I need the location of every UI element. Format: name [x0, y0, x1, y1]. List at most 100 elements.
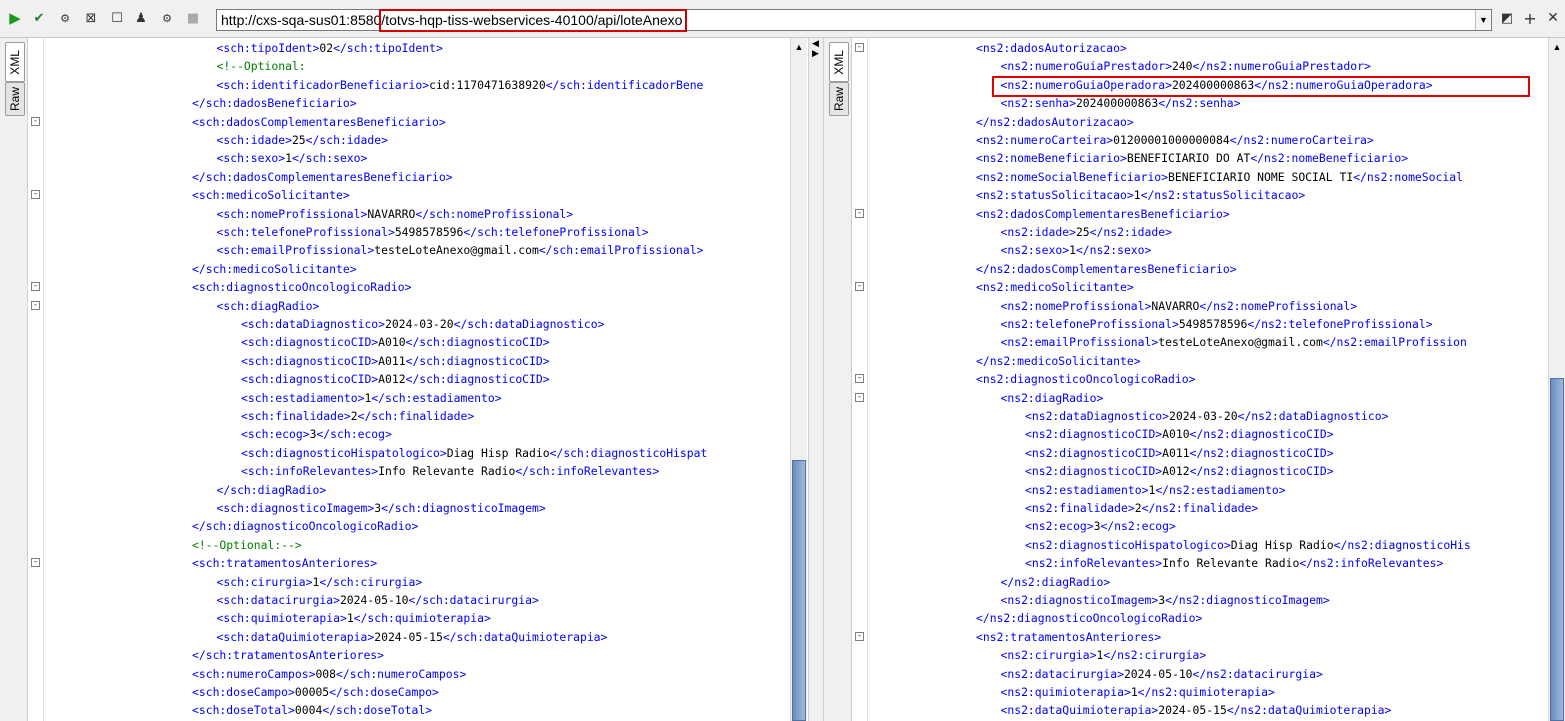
xml-line: <sch:diagnosticoImagem>3</sch:diagnostic… — [217, 499, 546, 517]
scroll-up-icon[interactable]: ▲ — [791, 38, 807, 55]
xml-value: 25 — [1075, 225, 1090, 239]
fold-toggle-icon[interactable]: - — [855, 374, 864, 384]
fold-toggle-icon[interactable]: - — [855, 208, 864, 218]
xml-line: <ns2:estadiamento>1</ns2:estadiamento> — [1025, 481, 1286, 499]
xml-value: 240 — [1171, 59, 1193, 74]
xml-line: <ns2:ecog>3</ns2:ecog> — [1025, 517, 1176, 535]
xml-tag: <ns2:emailProfissional> — [1000, 335, 1159, 350]
xml-tag: <sch:diagRadio> — [216, 298, 320, 313]
xml-line: <ns2:finalidade>2</ns2:finalidade> — [1025, 499, 1258, 517]
fold-toggle-icon[interactable]: - — [31, 282, 40, 292]
xml-tag: <sch:emailProfissional> — [216, 243, 375, 258]
xml-line: <sch:cirurgia>1</sch:cirurgia> — [217, 573, 423, 591]
xml-tag: </ns2:finalidade> — [1141, 501, 1259, 515]
xml-value: 00005 — [294, 685, 330, 699]
xml-value: NAVARRO — [1151, 298, 1200, 313]
stop-icon[interactable]: ☐ — [108, 9, 126, 27]
xml-value: 008 — [315, 666, 337, 681]
response-scroll-thumb[interactable] — [1550, 378, 1564, 721]
play-icon[interactable]: ▶ — [6, 9, 24, 27]
xml-tag: </sch:sexo> — [291, 151, 368, 166]
xml-tag: </ns2:diagnosticoHis — [1333, 537, 1471, 552]
xml-line: </ns2:dadosAutorizacao> — [976, 113, 1134, 131]
xml-tag: </sch:nomeProfissional> — [415, 206, 574, 221]
response-fold-gutter: - - - - - - — [852, 38, 868, 721]
xml-comment: <!--Optional: — [216, 59, 306, 74]
xml-line: <!--Optional:--> — [192, 536, 302, 554]
validate-icon[interactable]: ✔ — [30, 9, 48, 27]
xml-line: <sch:tipoIdent>02</sch:tipoIdent> — [217, 39, 443, 57]
format-icon[interactable]: ◩ — [1498, 9, 1516, 27]
expand-icon[interactable]: ⊠ — [82, 9, 100, 27]
xml-line: </sch:tratamentosAnteriores> — [192, 646, 384, 664]
xml-line: <ns2:dadosAutorizacao> — [976, 39, 1127, 57]
fold-toggle-icon[interactable]: - — [855, 631, 864, 641]
xml-tag: </sch:dadosBeneficiario> — [192, 96, 357, 111]
xml-tag: <sch:ecog> — [241, 427, 310, 442]
settings-icon[interactable]: ⚙ — [56, 9, 74, 27]
fold-toggle-icon[interactable]: - — [31, 300, 40, 310]
xml-line: <sch:dadosComplementaresBeneficiario> — [192, 113, 446, 131]
xml-tag: </ns2:nomeSocial — [1353, 169, 1463, 184]
fold-toggle-icon[interactable]: - — [855, 282, 864, 292]
tab-raw[interactable]: Raw — [5, 82, 25, 116]
xml-line: <ns2:datacirurgia>2024-05-10</ns2:dataci… — [1001, 665, 1323, 683]
xml-value: cid:1170471638920 — [429, 77, 546, 92]
xml-line: <ns2:sexo>1</ns2:sexo> — [1001, 241, 1152, 259]
xml-tag: <sch:dataDiagnostico> — [241, 317, 386, 331]
xml-tag: <ns2:nomeProfissional> — [1000, 298, 1152, 313]
fold-toggle-icon[interactable]: - — [31, 116, 40, 126]
xml-tag: </ns2:numeroCarteira> — [1229, 133, 1374, 147]
xml-tag: </ns2:diagnosticoCID> — [1189, 427, 1334, 442]
xml-tag: <sch:diagnosticoImagem> — [216, 501, 375, 515]
response-tab-raw[interactable]: Raw — [829, 82, 849, 116]
response-scroll-up-icon[interactable]: ▲ — [1549, 38, 1565, 55]
xml-tag: <ns2:statusSolicitacao> — [976, 188, 1134, 203]
xml-tag: <ns2:diagRadio> — [1000, 390, 1104, 405]
xml-line: <ns2:diagnosticoHispatologico>Diag Hisp … — [1025, 536, 1471, 554]
user-icon[interactable]: ♟ — [132, 9, 150, 27]
xml-value: 2 — [350, 409, 358, 423]
xml-tag: </sch:quimioterapia> — [353, 611, 491, 626]
fold-toggle-icon[interactable]: - — [31, 558, 40, 568]
xml-line: <ns2:diagnosticoCID>A010</ns2:diagnostic… — [1025, 425, 1334, 443]
xml-tag: </ns2:ecog> — [1100, 519, 1176, 534]
xml-tag: <sch:diagnosticoOncologicoRadio> — [192, 280, 412, 295]
fold-toggle-icon[interactable]: - — [31, 190, 40, 200]
xml-value: 2024-03-20 — [385, 317, 454, 331]
url-input[interactable]: http://cxs-sqa-sus01:8580/totvs-hqp-tiss… — [216, 9, 1492, 31]
xml-line: <sch:doseCampo>00005</sch:doseCampo> — [192, 683, 439, 701]
xml-tag: </ns2:diagnosticoCID> — [1189, 445, 1334, 460]
xml-line: <sch:datacirurgia>2024-05-10</sch:dataci… — [217, 591, 539, 609]
xml-line: </sch:dadosComplementaresBeneficiario> — [192, 168, 453, 186]
xml-line: <sch:diagnosticoOncologicoRadio> — [192, 278, 411, 296]
response-scrollbar[interactable]: ▲ — [1548, 38, 1565, 721]
chevron-down-icon[interactable]: ▼ — [1475, 10, 1491, 30]
xml-value: 2024-05-15 — [374, 629, 443, 644]
request-vertical-tabs: XML Raw — [0, 38, 28, 721]
xml-tag: <ns2:telefoneProfissional> — [1000, 317, 1179, 331]
tab-xml[interactable]: XML — [5, 42, 25, 82]
fold-toggle-icon[interactable]: - — [855, 43, 864, 52]
xml-tag: </ns2:nomeBeneficiario> — [1250, 151, 1409, 166]
xml-value: 02 — [319, 41, 334, 55]
xml-tag: <ns2:ecog> — [1025, 519, 1094, 534]
response-xml-editor[interactable]: <ns2:dadosAutorizacao> <ns2:numeroGuiaPre… — [870, 38, 1548, 721]
xml-tag: <sch:quimioterapia> — [216, 611, 347, 626]
xml-tag: <sch:cirurgia> — [216, 574, 313, 589]
plus-icon[interactable]: + — [1521, 9, 1539, 28]
response-tab-xml[interactable]: XML — [829, 42, 849, 82]
collapse-right-icon[interactable]: ▶ — [812, 48, 819, 59]
fold-toggle-icon[interactable]: - — [855, 392, 864, 402]
xml-tag: </sch:diagRadio> — [216, 482, 327, 497]
xml-line: <sch:dataDiagnostico>2024-03-20</sch:dat… — [241, 315, 604, 333]
panel-splitter[interactable]: ◀ ▶ — [808, 38, 824, 721]
scroll-thumb[interactable] — [792, 460, 806, 721]
request-xml-editor[interactable]: <sch:tipoIdent>02</sch:tipoIdent> <!--Opt… — [46, 38, 790, 721]
xml-line: <ns2:cirurgia>1</ns2:cirurgia> — [1001, 646, 1207, 664]
xml-line: </sch:medicoSolicitante> — [192, 260, 357, 278]
xml-line: <sch:telefoneProfissional>5498578596</sc… — [217, 223, 649, 241]
settings-icon-2[interactable]: ⚙ — [158, 9, 176, 27]
request-scrollbar[interactable]: ▲ — [790, 38, 807, 721]
close-icon[interactable]: ✕ — [1544, 9, 1562, 27]
